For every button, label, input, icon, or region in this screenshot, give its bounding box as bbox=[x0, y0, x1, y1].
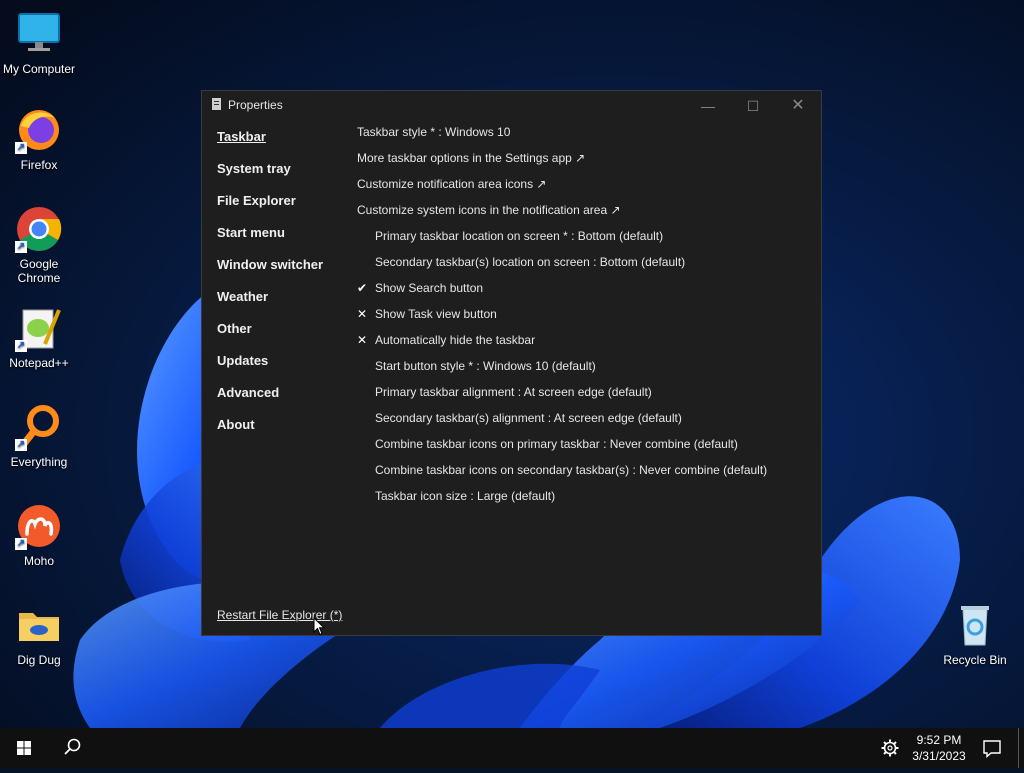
app-icon bbox=[212, 98, 221, 110]
taskbar: 9:52 PM 3/31/2023 bbox=[0, 728, 1024, 768]
setting-secondary-taskbar-location[interactable]: Secondary taskbar(s) location on screen … bbox=[375, 255, 685, 269]
action-center-button[interactable] bbox=[976, 728, 1008, 768]
setting-show-search-button[interactable]: Show Search button bbox=[375, 281, 483, 295]
link-customize-notification-icons[interactable]: Customize notification area icons ↗ bbox=[357, 177, 546, 191]
notification-icon bbox=[983, 740, 1001, 759]
nav-item-updates[interactable]: Updates bbox=[217, 353, 268, 368]
desktop-icon-moho[interactable]: ↗ Moho bbox=[1, 502, 77, 568]
checkmark-icon: ✔ bbox=[357, 281, 368, 295]
setting-taskbar-style[interactable]: Taskbar style * : Windows 10 bbox=[357, 125, 510, 139]
nav-item-file-explorer[interactable]: File Explorer bbox=[217, 193, 296, 208]
nav-item-taskbar[interactable]: Taskbar bbox=[217, 129, 266, 144]
desktop-icon-dig-dug[interactable]: Dig Dug bbox=[1, 601, 77, 667]
nav-item-window-switcher[interactable]: Window switcher bbox=[217, 257, 323, 272]
desktop-icon-label: Everything bbox=[10, 455, 68, 469]
mouse-cursor-icon bbox=[313, 617, 325, 636]
setting-secondary-taskbar-alignment[interactable]: Secondary taskbar(s) alignment : At scre… bbox=[375, 411, 682, 425]
desktop-icon-label: Recycle Bin bbox=[943, 653, 1007, 667]
show-desktop-button[interactable] bbox=[1018, 728, 1019, 768]
nav-item-advanced[interactable]: Advanced bbox=[217, 385, 279, 400]
nav-item-start-menu[interactable]: Start menu bbox=[217, 225, 285, 240]
clock-time: 9:52 PM bbox=[916, 733, 962, 747]
minimize-button[interactable]: — bbox=[690, 95, 726, 117]
shortcut-arrow-icon: ↗ bbox=[15, 439, 27, 451]
link-more-taskbar-options[interactable]: More taskbar options in the Settings app… bbox=[357, 151, 585, 165]
cross-icon: ✕ bbox=[357, 307, 368, 321]
desktop-icon-notepad-plus-plus[interactable]: ↗ Notepad++ bbox=[1, 304, 77, 370]
start-button[interactable] bbox=[0, 728, 48, 768]
desktop-icon-label: Moho bbox=[23, 554, 55, 568]
maximize-button[interactable]: ☐ bbox=[735, 95, 771, 117]
monitor-icon bbox=[18, 13, 60, 51]
nav-item-system-tray[interactable]: System tray bbox=[217, 161, 291, 176]
setting-combine-secondary-icons[interactable]: Combine taskbar icons on secondary taskb… bbox=[375, 463, 767, 477]
clock-date: 3/31/2023 bbox=[912, 749, 966, 763]
close-button[interactable]: ✕ bbox=[780, 95, 816, 117]
desktop-icon-firefox[interactable]: ↗ Firefox bbox=[1, 106, 77, 172]
desktop-icon-label: Dig Dug bbox=[17, 653, 61, 667]
desktop-icon-label: My Computer bbox=[2, 62, 76, 76]
search-icon bbox=[64, 738, 81, 755]
desktop-icon-my-computer[interactable]: My Computer bbox=[1, 10, 77, 76]
desktop-icon-label: Google Chrome bbox=[17, 257, 61, 285]
folder-icon bbox=[19, 613, 59, 641]
setting-primary-taskbar-alignment[interactable]: Primary taskbar alignment : At screen ed… bbox=[375, 385, 652, 399]
properties-window: Properties — ☐ ✕ Taskbar System tray Fil… bbox=[201, 90, 822, 636]
window-titlebar[interactable]: Properties — ☐ ✕ bbox=[202, 91, 821, 121]
cross-icon: ✕ bbox=[357, 333, 368, 347]
recycle-bin-icon bbox=[961, 606, 989, 646]
taskbar-settings-button[interactable] bbox=[874, 728, 906, 768]
desktop-icon-label: Firefox bbox=[20, 158, 58, 172]
desktop-icon-everything[interactable]: ↗ Everything bbox=[1, 403, 77, 469]
shortcut-arrow-icon: ↗ bbox=[15, 241, 27, 253]
desktop-icon-label: Notepad++ bbox=[9, 356, 69, 370]
nav-item-other[interactable]: Other bbox=[217, 321, 252, 336]
shortcut-arrow-icon: ↗ bbox=[15, 142, 27, 154]
taskbar-search-button[interactable] bbox=[48, 728, 96, 768]
window-title: Properties bbox=[228, 98, 283, 112]
setting-start-button-style[interactable]: Start button style * : Windows 10 (defau… bbox=[375, 359, 596, 373]
desktop-icon-recycle-bin[interactable]: Recycle Bin bbox=[937, 601, 1013, 667]
shortcut-arrow-icon: ↗ bbox=[15, 538, 27, 550]
nav-item-weather[interactable]: Weather bbox=[217, 289, 268, 304]
setting-combine-primary-icons[interactable]: Combine taskbar icons on primary taskbar… bbox=[375, 437, 738, 451]
setting-show-task-view-button[interactable]: Show Task view button bbox=[375, 307, 497, 321]
shortcut-arrow-icon: ↗ bbox=[15, 340, 27, 352]
taskbar-clock[interactable]: 9:52 PM 3/31/2023 bbox=[906, 732, 972, 764]
nav-item-about[interactable]: About bbox=[217, 417, 255, 432]
setting-auto-hide-taskbar[interactable]: Automatically hide the taskbar bbox=[375, 333, 535, 347]
windows-logo-icon bbox=[17, 741, 31, 755]
desktop-icon-google-chrome[interactable]: ↗ Google Chrome bbox=[1, 205, 77, 285]
setting-primary-taskbar-location[interactable]: Primary taskbar location on screen * : B… bbox=[375, 229, 663, 243]
link-customize-system-icons[interactable]: Customize system icons in the notificati… bbox=[357, 203, 621, 217]
setting-taskbar-icon-size[interactable]: Taskbar icon size : Large (default) bbox=[375, 489, 555, 503]
gear-icon bbox=[881, 739, 899, 757]
